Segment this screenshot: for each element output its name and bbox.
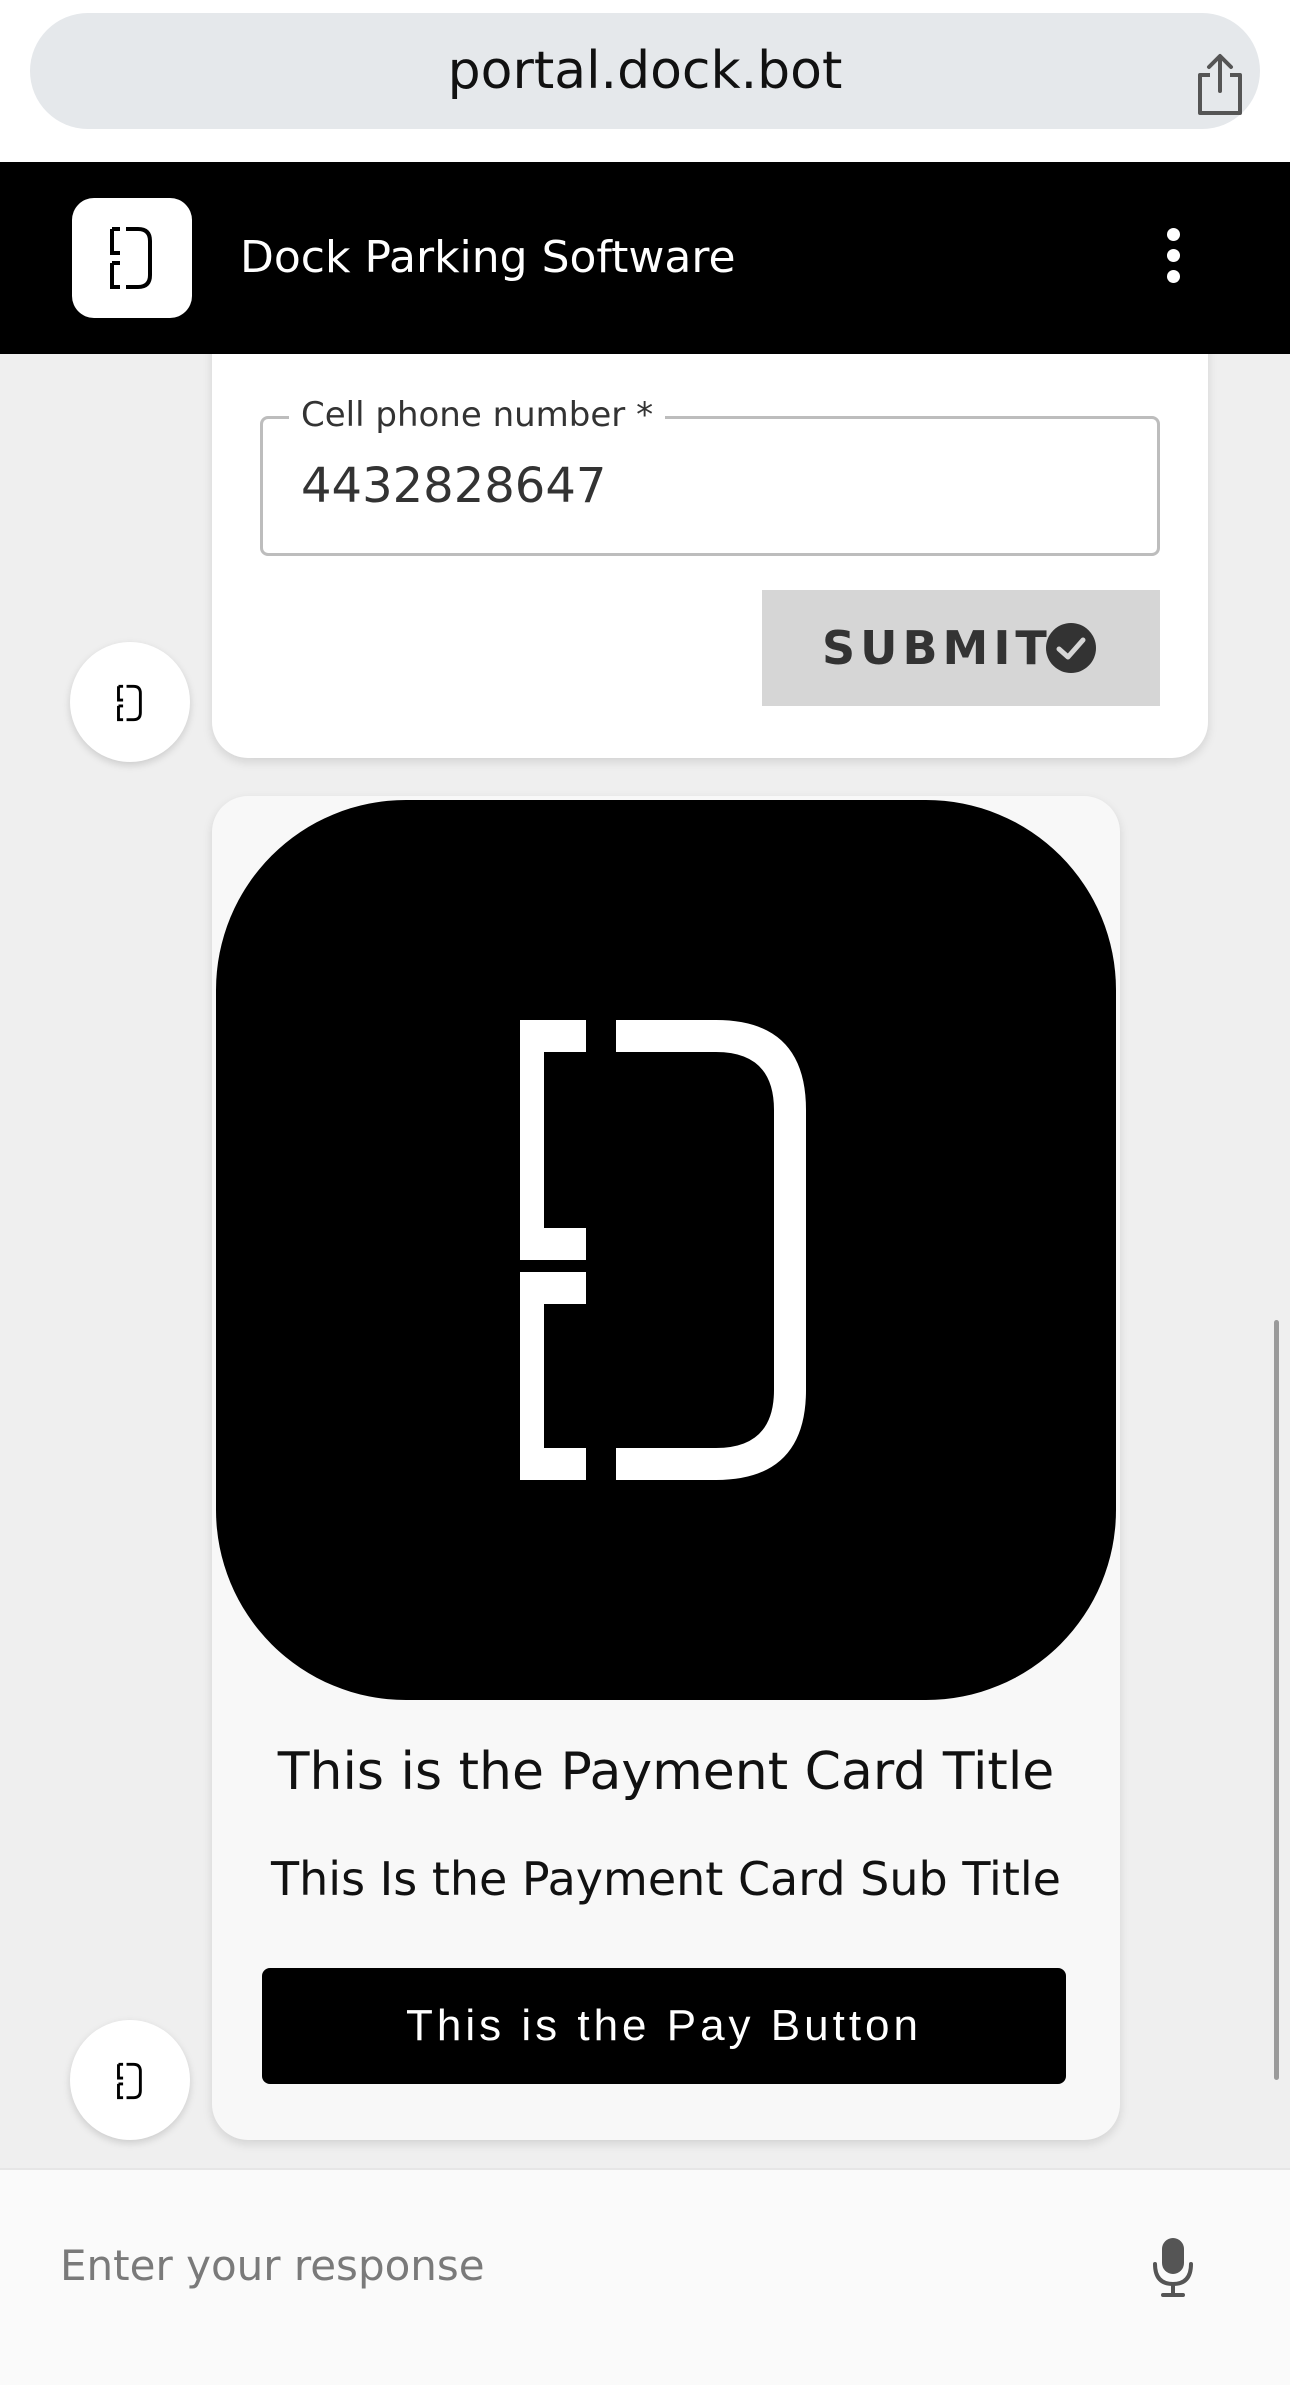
response-bar (0, 2168, 1290, 2385)
form-card: Cell phone number * 4432828647 SUBMIT (212, 354, 1208, 758)
pay-button[interactable]: This is the Pay Button (262, 1968, 1066, 2084)
bot-avatar (70, 2020, 190, 2140)
dock-logo-icon (117, 2062, 142, 2100)
browser-bar: portal.dock.bot (0, 0, 1290, 162)
phone-field-value[interactable]: 4432828647 (301, 419, 606, 553)
app-header: Dock Parking Software (0, 162, 1290, 354)
submit-button-label: SUBMIT (822, 621, 1052, 675)
dock-logo-icon (117, 684, 142, 722)
scrollbar[interactable] (1274, 1320, 1279, 2080)
payment-card: This is the Payment Card Title This Is t… (212, 796, 1120, 2140)
address-bar[interactable]: portal.dock.bot (30, 13, 1260, 129)
microphone-icon[interactable] (1150, 2236, 1196, 2298)
payment-card-image (216, 800, 1116, 1700)
payment-card-title: This is the Payment Card Title (277, 1742, 1055, 1802)
pay-button-label: This is the Pay Button (406, 2001, 922, 2050)
response-input[interactable] (60, 2210, 1120, 2320)
dock-logo-icon (520, 1020, 806, 1480)
share-icon[interactable] (1190, 51, 1250, 117)
check-circle-icon (1046, 623, 1096, 673)
payment-card-subtitle: This Is the Payment Card Sub Title (271, 1852, 1061, 1906)
chat-area[interactable]: Cell phone number * 4432828647 SUBMIT Th… (0, 354, 1290, 2168)
bot-avatar (70, 642, 190, 762)
dock-logo-icon (72, 198, 192, 318)
app-title: Dock Parking Software (240, 232, 736, 283)
url-text[interactable]: portal.dock.bot (30, 13, 1260, 129)
phone-field[interactable]: Cell phone number * 4432828647 (260, 395, 1160, 556)
more-vertical-icon[interactable] (1158, 228, 1188, 288)
submit-button[interactable]: SUBMIT (762, 590, 1160, 706)
